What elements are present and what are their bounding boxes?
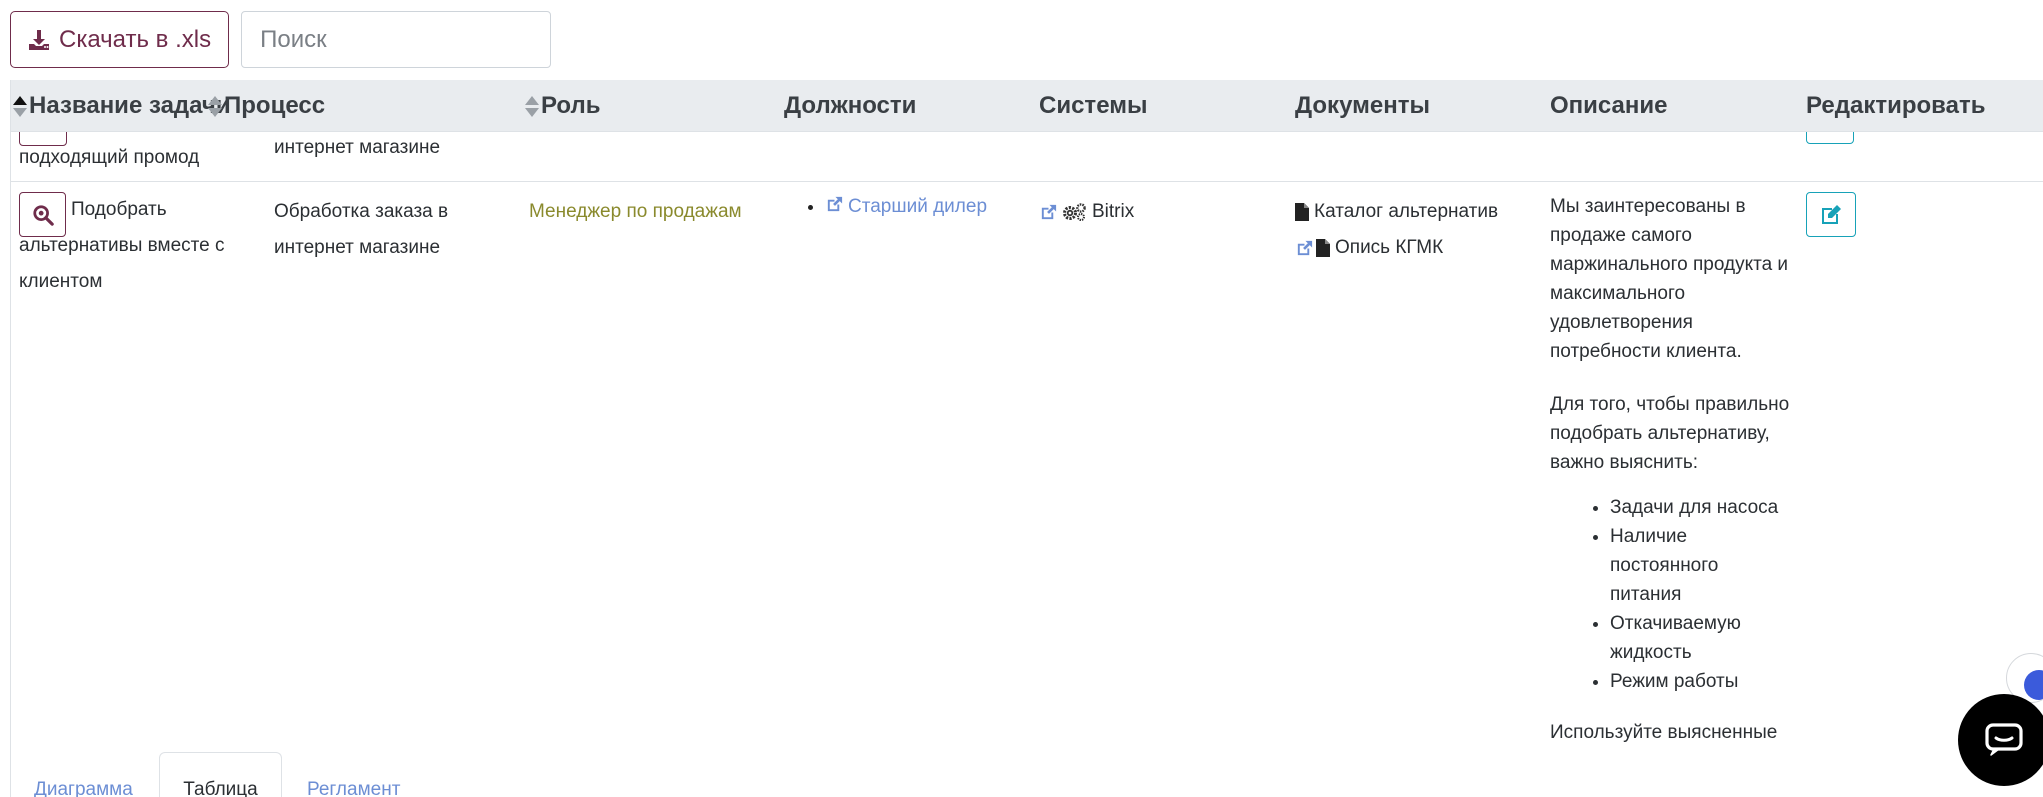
task-name: подходящий промод [19,147,200,168]
header-systems: Системы [1039,92,1148,119]
view-tabs: Диаграмма Таблица Регламент [10,752,2043,797]
process-name: интернет магазине [274,137,441,158]
edit-button[interactable] [1806,192,1856,237]
positions-list: Старший дилер [825,192,987,222]
search-input[interactable] [241,11,552,68]
role-name: Менеджер по продажам [529,201,742,222]
process-name: Обработка заказа в интернет магазине [274,201,449,258]
list-item: Режим работы [1610,667,1790,696]
header-positions: Должности [784,92,917,119]
sort-icon [208,95,222,117]
table-header: Название задачи Процесс Роль Должности С… [11,80,2043,132]
description-list: Задачи для насоса Наличие постоянного пи… [1610,493,1790,696]
external-link-icon [827,196,843,212]
file-icon [1316,239,1330,257]
task-description: Мы заинтересованы в продаже самого маржи… [1550,192,1790,771]
sort-asc-icon [13,95,27,117]
list-item: Старший дилер [825,192,987,222]
documents-list: Каталог альтернатив Опись КГМК [1295,194,1498,266]
download-xls-button[interactable]: Скачать в .xls [10,11,230,68]
tab-diagram[interactable]: Диаграмма [10,752,157,797]
edit-icon [1822,204,1841,224]
list-item: Задачи для насоса [1610,493,1790,522]
external-link-icon[interactable] [1295,239,1314,258]
tab-regulation[interactable]: Регламент [283,752,424,797]
sort-icon [525,95,539,117]
chat-button[interactable] [1958,694,2043,786]
header-process[interactable]: Процесс [208,80,325,132]
toolbar: Скачать в .xls [10,11,552,68]
header-description: Описание [1550,92,1668,119]
gears-icon [1063,203,1086,221]
table-row: Подобрать альтернативы вместе с клиентом… [11,183,2043,797]
list-item: Наличие постоянного питания [1610,522,1790,609]
description-paragraph: Используйте выясненные [1550,722,1778,743]
tab-table[interactable]: Таблица [159,752,282,797]
system-item: Bitrix [1039,194,1134,230]
document-name: Каталог альтернатив [1314,201,1499,222]
file-icon [1295,203,1309,221]
header-edit: Редактировать [1806,92,1986,119]
header-role[interactable]: Роль [525,80,600,132]
download-label: Скачать в .xls [59,25,212,53]
document-item: Опись КГМК [1295,230,1498,266]
position-link[interactable]: Старший дилер [825,196,987,217]
list-item: Откачиваемую жидкость [1610,609,1790,667]
document-item: Каталог альтернатив [1295,194,1498,230]
system-name: Bitrix [1092,201,1135,222]
document-name: Опись КГМК [1335,237,1444,258]
tasks-table: Название задачи Процесс Роль Должности С… [10,80,2043,797]
chat-icon [1985,723,2023,756]
external-link-icon[interactable] [1039,203,1058,222]
description-paragraph: Для того, чтобы правильно подобрать альт… [1550,394,1790,473]
table-row: подходящий промод интернет магазине [11,124,2043,182]
header-task[interactable]: Название задачи [13,80,231,132]
download-icon [29,29,49,50]
header-documents: Документы [1295,92,1430,119]
description-paragraph: Мы заинтересованы в продаже самого маржи… [1550,196,1789,362]
task-name: Подобрать альтернативы вместе с клиентом [19,199,225,292]
